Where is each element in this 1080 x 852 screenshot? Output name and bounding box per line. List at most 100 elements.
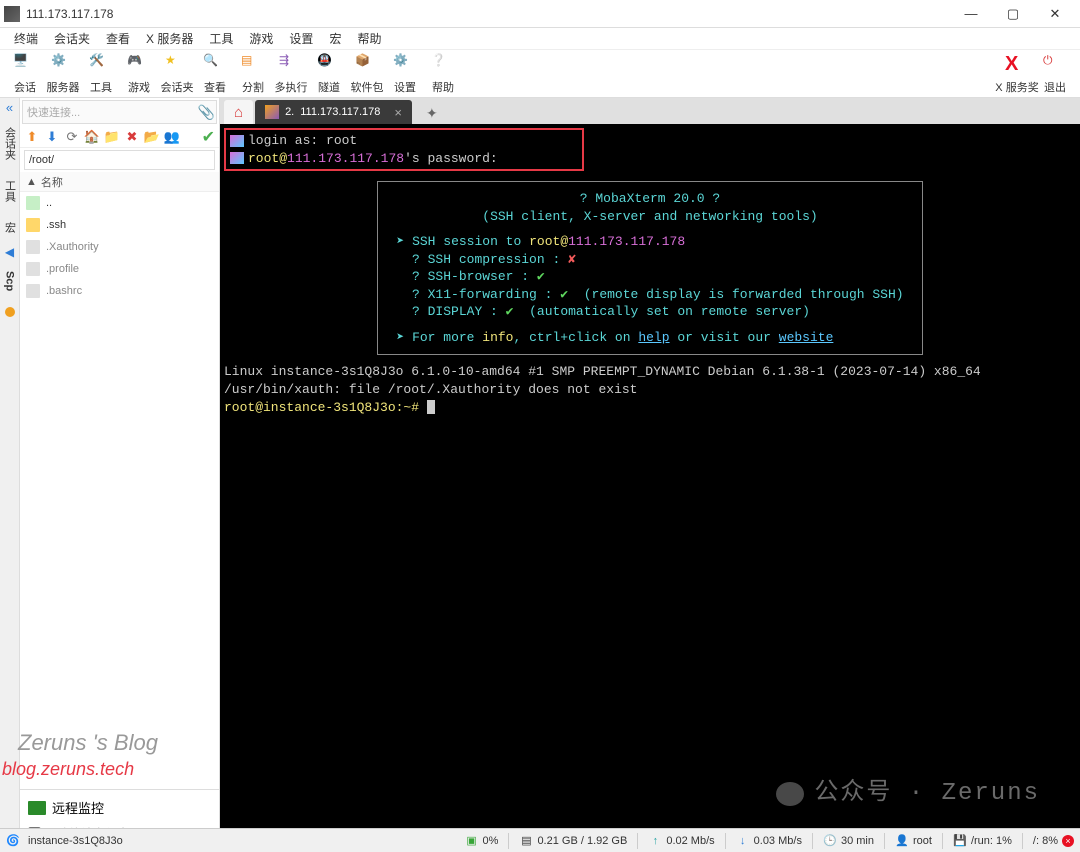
menu-settings[interactable]: 设置 (281, 28, 321, 49)
tool-session[interactable]: 🖥️会话 (6, 53, 44, 95)
menu-tools[interactable]: 工具 (201, 28, 241, 49)
menubar: 终端 会话夹 查看 X 服务器 工具 游戏 设置 宏 帮助 (0, 28, 1080, 50)
multiexec-icon: ⇶ (279, 53, 303, 77)
tool-server[interactable]: ⚙️服务器 (44, 53, 82, 95)
download-icon: ↓ (736, 834, 750, 848)
quickconnect-placeholder: 快速连接... (27, 104, 80, 120)
tool-help[interactable]: ❔帮助 (424, 53, 462, 95)
tool-multiexec[interactable]: ⇶多执行 (272, 53, 310, 95)
name-column-header[interactable]: 名称 (41, 174, 63, 190)
cursor (427, 400, 435, 414)
sysinfo-line: Linux instance-3s1Q8J3o 6.1.0-10-amd64 #… (224, 363, 1076, 381)
file-row-xauth[interactable]: .Xauthority (20, 236, 219, 258)
collapse-icon[interactable]: « (6, 100, 13, 115)
tool-sessions[interactable]: ★会话夹 (158, 53, 196, 95)
download-icon[interactable]: ⬇ (44, 129, 60, 145)
menu-terminal[interactable]: 终端 (6, 28, 46, 49)
status-user: root (913, 835, 932, 847)
clock-icon: 🕒 (823, 834, 837, 848)
file-row-profile[interactable]: .profile (20, 258, 219, 280)
scp-mini-toolbar: ⬆ ⬇ ⟳ 🏠 📁 ✖ 📂 👥 ✔ (20, 126, 219, 148)
vtab-tools[interactable]: 工具 (0, 172, 20, 210)
status-dot-icon (5, 307, 15, 317)
refresh-icon[interactable]: ⟳ (64, 129, 80, 145)
status-run: /run: 1% (971, 835, 1012, 847)
menu-help[interactable]: 帮助 (349, 28, 389, 49)
tool-tools[interactable]: 🛠️工具 (82, 53, 120, 95)
toolbar: 🖥️会话 ⚙️服务器 🛠️工具 🎮游戏 ★会话夹 🔍查看 ▤分割 ⇶多执行 🚇隧… (0, 50, 1080, 98)
titlebar: 111.173.117.178 — ▢ ✕ (0, 0, 1080, 28)
games-icon: 🎮 (127, 53, 151, 77)
wechat-watermark: 公众号 · Zeruns (776, 778, 1040, 810)
path-input[interactable]: /root/ (24, 150, 215, 170)
paperclip-icon[interactable]: 📎 (198, 104, 215, 121)
tool-tunnel[interactable]: 🚇隧道 (310, 53, 348, 95)
status-cpu: 0% (483, 835, 499, 847)
view-icon: 🔍 (203, 53, 227, 77)
monitor-icon (28, 801, 46, 815)
banner-sub: (SSH client, X-server and networking too… (482, 209, 817, 224)
remote-monitoring-label: 远程监控 (52, 798, 104, 817)
menu-view[interactable]: 查看 (98, 28, 138, 49)
cpu-icon: ▣ (465, 834, 479, 848)
folder-icon (26, 218, 40, 232)
vertical-tabs: « 会话夹 工具 宏 ◀ Scp (0, 98, 20, 850)
vtab-scp[interactable]: Scp (2, 263, 18, 299)
ok-check-icon: ✔ (202, 127, 215, 147)
shell-prompt-line: root@instance-3s1Q8J3o:~# (224, 399, 1076, 417)
status-mem: 0.21 GB / 1.92 GB (537, 835, 627, 847)
home-icon[interactable]: 🏠 (84, 129, 100, 145)
file-row-ssh[interactable]: .ssh (20, 214, 219, 236)
prompt-icon (230, 135, 244, 147)
moba-info-box: ? MobaXterm 20.0 ? (SSH client, X-server… (377, 181, 922, 355)
ram-icon: ▤ (519, 834, 533, 848)
file-icon (26, 262, 40, 276)
tool-view[interactable]: 🔍查看 (196, 53, 234, 95)
delete-icon[interactable]: ✖ (124, 129, 140, 145)
tab-session-active[interactable]: 2. 111.173.117.178 × (255, 100, 412, 124)
tool-split[interactable]: ▤分割 (234, 53, 272, 95)
tab-home[interactable]: ⌂ (224, 100, 253, 124)
packages-icon: 📦 (355, 53, 379, 77)
maximize-button[interactable]: ▢ (992, 0, 1034, 28)
split-icon: ▤ (241, 53, 265, 77)
gear-icon: ⚙️ (393, 53, 417, 77)
menu-macros[interactable]: 宏 (321, 28, 349, 49)
help-icon: ❔ (431, 53, 455, 77)
quickconnect-input[interactable]: 快速连接... (22, 100, 217, 124)
upload-icon[interactable]: ⬆ (24, 129, 40, 145)
openfolder-icon[interactable]: 📂 (144, 129, 160, 145)
disconnect-icon[interactable]: × (1062, 835, 1074, 847)
tool-settings[interactable]: ⚙️设置 (386, 53, 424, 95)
tab-index: 2. (285, 106, 294, 118)
tunnel-icon: 🚇 (317, 53, 341, 77)
menu-xserver[interactable]: X 服务器 (138, 28, 201, 49)
tool-packages[interactable]: 📦软件包 (348, 53, 386, 95)
server-icon: ⚙️ (51, 53, 75, 77)
tool-xserver[interactable]: XX 服务奖 (998, 53, 1036, 95)
power-icon: ⏻ (1043, 53, 1067, 77)
status-hostname: instance-3s1Q8J3o (28, 835, 123, 847)
tab-close-icon[interactable]: × (394, 105, 402, 120)
website-link[interactable]: website (779, 330, 834, 345)
status-down: 0.03 Mb/s (754, 835, 802, 847)
file-row-bashrc[interactable]: .bashrc (20, 280, 219, 302)
debian-icon: 🌀 (6, 834, 20, 848)
vtab-arrow-icon[interactable]: ◀ (5, 245, 14, 259)
close-button[interactable]: ✕ (1034, 0, 1076, 28)
remote-monitoring-button[interactable]: 远程监控 (24, 794, 215, 821)
minimize-button[interactable]: — (950, 0, 992, 28)
tool-games[interactable]: 🎮游戏 (120, 53, 158, 95)
find-icon[interactable]: 👥 (164, 129, 180, 145)
newfolder-icon[interactable]: 📁 (104, 129, 120, 145)
tool-exit[interactable]: ⏻退出 (1036, 53, 1074, 95)
file-row-up[interactable]: .. (20, 192, 219, 214)
help-link[interactable]: help (638, 330, 669, 345)
terminal[interactable]: login as: root root@111.173.117.178's pa… (220, 124, 1080, 850)
menu-sessions[interactable]: 会话夹 (46, 28, 98, 49)
menu-games[interactable]: 游戏 (241, 28, 281, 49)
vtab-sessions[interactable]: 会话夹 (0, 119, 20, 168)
vtab-macros[interactable]: 宏 (0, 214, 20, 241)
disk-icon: 💾 (953, 834, 967, 848)
tab-add-button[interactable]: ✦ (420, 103, 444, 124)
